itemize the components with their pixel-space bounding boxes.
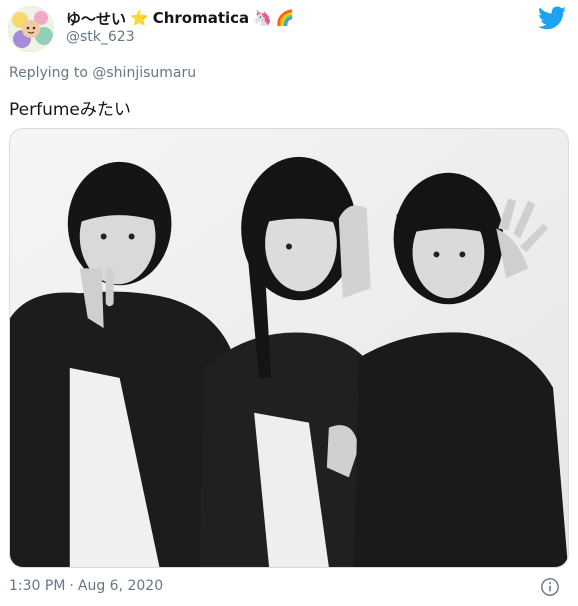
twitter-bird-icon[interactable] [538,6,566,30]
tweet-date: Aug 6, 2020 [77,578,164,594]
replying-prefix: Replying to [9,65,88,81]
timestamp-separator: · [69,578,74,594]
display-name[interactable]: ゆ〜せい [66,8,126,29]
avatar[interactable] [8,6,54,52]
display-name-suffix[interactable]: Chromatica [153,9,249,27]
info-icon[interactable] [540,577,560,597]
reply-mention-link[interactable]: @shinjisumaru [92,65,196,81]
tweet-text: Perfumeみたい [9,100,131,120]
user-name-row[interactable]: ゆ〜せい ⭐ Chromatica 🦄 🌈 [66,7,295,29]
star-emoji-icon: ⭐ [130,8,149,27]
replying-to: Replying to @shinjisumaru [9,65,196,81]
user-handle[interactable]: @stk_623 [66,29,135,45]
rainbow-emoji-icon: 🌈 [275,8,295,27]
avatar-illustration-icon [8,6,54,52]
unicorn-emoji-icon: 🦄 [253,8,272,27]
photo-three-women-image [10,129,568,567]
tweet-card: ゆ〜せい ⭐ Chromatica 🦄 🌈 @stk_623 Replying … [0,0,578,606]
tweet-timestamp-link[interactable]: 1:30 PM · Aug 6, 2020 [9,578,163,594]
tweet-time: 1:30 PM [9,578,66,594]
tweet-photo[interactable] [9,128,569,568]
